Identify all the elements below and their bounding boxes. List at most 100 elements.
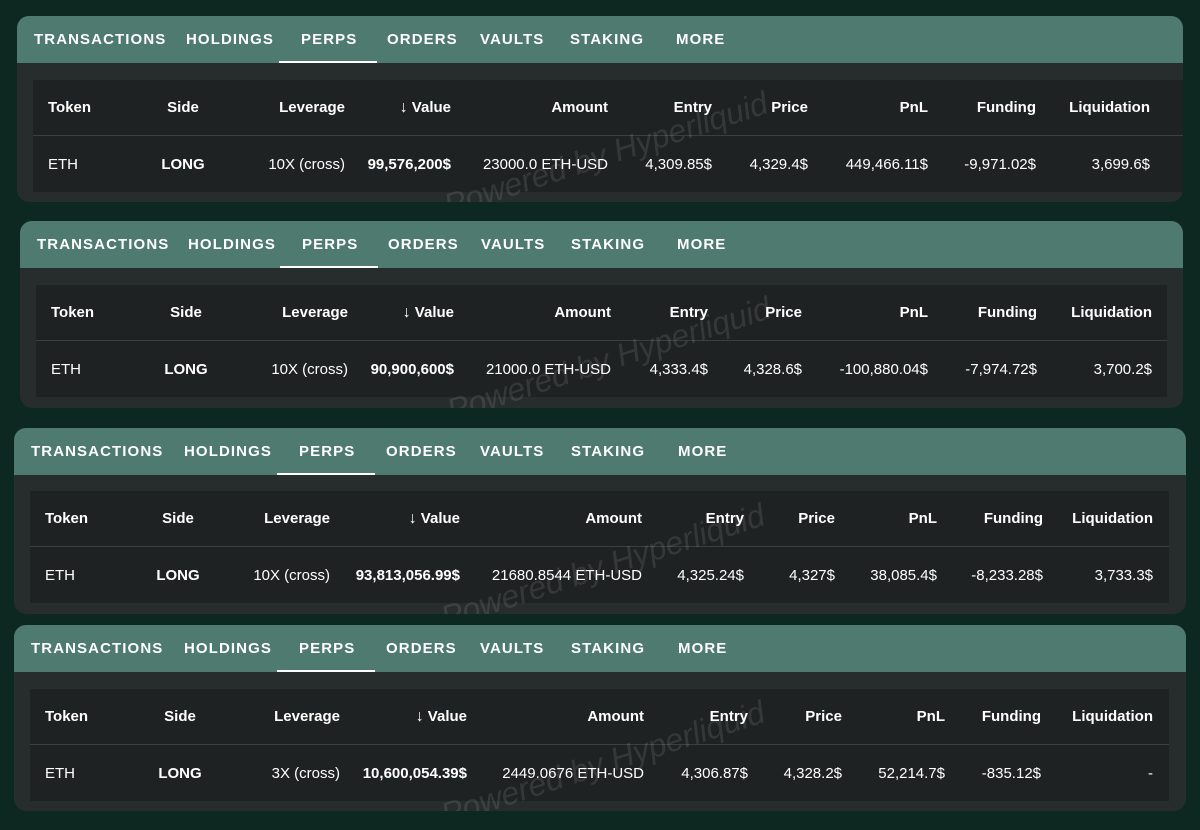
col-amount: Amount: [490, 689, 644, 744]
column-label: Value: [420, 510, 460, 527]
col-value[interactable]: ↓ Value: [368, 689, 467, 744]
tab-vaults[interactable]: VAULTS: [481, 221, 545, 268]
positions-table: Token Side Leverage ↓ Value Amount Entry Price P…: [33, 80, 1183, 192]
table-header: Token Side Leverage ↓ Value Amount Entry Price P…: [30, 491, 1169, 547]
value-cell: 99,576,200$: [367, 155, 451, 173]
column-label: Token: [51, 304, 95, 321]
funding-cell: -7,974.72$: [965, 360, 1037, 378]
col-pnl: PnL: [820, 491, 937, 546]
col-price: Price: [723, 80, 808, 135]
col-side: Side: [143, 80, 223, 135]
tab-perps[interactable]: PERPS: [278, 16, 378, 63]
column-label: Side: [167, 99, 199, 116]
table-row[interactable]: ETH LONG 3X (cross) 10,600,054.39$ 2449.0676…: [30, 745, 1169, 801]
leverage-cell: 10X (cross): [271, 360, 348, 378]
tab-orders[interactable]: ORDERS: [386, 625, 457, 672]
col-token: Token: [48, 80, 128, 135]
tab-bar: TRANSACTIONS HOLDINGS PERPS ORDERS VAULTS STA…: [20, 221, 1183, 268]
positions-table: Token Side Leverage ↓ Value Amount Entry Price P…: [30, 689, 1169, 801]
leverage-cell: 10X (cross): [268, 155, 345, 173]
funding-cell: -9,971.02$: [964, 155, 1036, 173]
amount-cell: 2449.0676 ETH-USD: [502, 764, 644, 782]
tab-holdings[interactable]: HOLDINGS: [184, 625, 272, 672]
table-row[interactable]: ETH LONG 10X (cross) 99,576,200$ 23000.0 ETH…: [33, 136, 1183, 192]
tab-orders[interactable]: ORDERS: [386, 428, 457, 475]
col-token: Token: [45, 491, 125, 546]
tab-vaults[interactable]: VAULTS: [480, 625, 544, 672]
col-value[interactable]: ↓ Value: [374, 285, 454, 340]
col-funding: Funding: [935, 491, 1043, 546]
column-label: Value: [411, 99, 451, 116]
tab-bar: TRANSACTIONS HOLDINGS PERPS ORDERS VAULTS STA…: [14, 625, 1186, 672]
tab-staking[interactable]: STAKING: [571, 221, 645, 268]
column-label: Token: [45, 708, 89, 725]
column-label: PnL: [899, 304, 928, 321]
column-label: Leverage: [282, 304, 348, 321]
tab-perps[interactable]: PERPS: [276, 428, 376, 475]
column-label: Amount: [554, 304, 611, 321]
value-cell: 93,813,056.99$: [355, 566, 460, 584]
token-cell: ETH: [45, 566, 75, 584]
col-value[interactable]: ↓ Value: [368, 491, 460, 546]
col-liquidation: Liquidation: [1040, 491, 1153, 546]
tab-holdings[interactable]: HOLDINGS: [186, 16, 274, 63]
col-token: Token: [45, 689, 125, 744]
amount-cell: 21680.8544 ETH-USD: [491, 566, 642, 584]
col-funding: Funding: [941, 285, 1037, 340]
tab-staking[interactable]: STAKING: [571, 625, 645, 672]
tab-orders[interactable]: ORDERS: [388, 221, 459, 268]
tab-vaults[interactable]: VAULTS: [480, 16, 544, 63]
value-cell: 10,600,054.39$: [362, 764, 467, 782]
column-label: Amount: [551, 99, 608, 116]
col-side: Side: [138, 491, 218, 546]
column-label: Side: [162, 510, 194, 527]
table-row[interactable]: ETH LONG 10X (cross) 90,900,600$ 21000.0 ETH…: [36, 341, 1167, 397]
tab-perps[interactable]: PERPS: [279, 221, 379, 268]
tab-staking[interactable]: STAKING: [570, 16, 644, 63]
leverage-cell: 10X (cross): [253, 566, 330, 584]
funding-cell: -8,233.28$: [971, 566, 1043, 584]
entry-cell: 4,333.4$: [649, 360, 708, 378]
amount-cell: 23000.0 ETH-USD: [482, 155, 608, 173]
tab-more[interactable]: MORE: [676, 16, 725, 63]
col-entry: Entry: [660, 689, 748, 744]
tab-more[interactable]: MORE: [678, 428, 727, 475]
positions-panel: TRANSACTIONS HOLDINGS PERPS ORDERS VAULTS STA…: [14, 428, 1186, 614]
table-header: Token Side Leverage ↓ Value Amount Entry Price P…: [33, 80, 1183, 136]
tab-vaults[interactable]: VAULTS: [480, 428, 544, 475]
col-liquidation: Liquidation: [1043, 80, 1150, 135]
col-funding: Funding: [935, 689, 1041, 744]
tab-transactions[interactable]: TRANSACTIONS: [34, 16, 166, 63]
col-amount: Amount: [480, 491, 642, 546]
tab-holdings[interactable]: HOLDINGS: [188, 221, 276, 268]
table-row[interactable]: ETH LONG 10X (cross) 93,813,056.99$ 21680.85…: [30, 547, 1169, 603]
column-label: Liquidation: [1069, 99, 1150, 116]
column-label: Liquidation: [1072, 708, 1153, 725]
tab-transactions[interactable]: TRANSACTIONS: [37, 221, 169, 268]
tab-orders[interactable]: ORDERS: [387, 16, 458, 63]
tab-transactions[interactable]: TRANSACTIONS: [31, 625, 163, 672]
pnl-cell: -100,880.04$: [839, 360, 928, 378]
tab-bar: TRANSACTIONS HOLDINGS PERPS ORDERS VAULTS STA…: [17, 16, 1183, 63]
col-value[interactable]: ↓ Value: [371, 80, 451, 135]
col-amount: Amount: [473, 80, 608, 135]
pnl-cell: 449,466.11$: [845, 155, 928, 173]
positions-panel: TRANSACTIONS HOLDINGS PERPS ORDERS VAULTS STA…: [20, 221, 1183, 408]
column-label: Price: [765, 304, 802, 321]
sort-desc-icon: ↓: [402, 303, 411, 321]
column-label: Funding: [976, 99, 1036, 116]
column-label: Entry: [709, 708, 748, 725]
side-cell: LONG: [164, 360, 208, 378]
tab-transactions[interactable]: TRANSACTIONS: [31, 428, 163, 475]
leverage-cell: 3X (cross): [271, 764, 340, 782]
tab-staking[interactable]: STAKING: [571, 428, 645, 475]
tab-more[interactable]: MORE: [678, 625, 727, 672]
tab-perps[interactable]: PERPS: [276, 625, 376, 672]
tab-holdings[interactable]: HOLDINGS: [184, 428, 272, 475]
tab-more[interactable]: MORE: [677, 221, 726, 268]
column-label: Leverage: [279, 99, 345, 116]
column-label: Leverage: [264, 510, 330, 527]
positions-table: Token Side Leverage ↓ Value Amount Entry Price P…: [30, 491, 1169, 603]
col-leverage: Leverage: [248, 285, 348, 340]
col-side: Side: [140, 689, 220, 744]
